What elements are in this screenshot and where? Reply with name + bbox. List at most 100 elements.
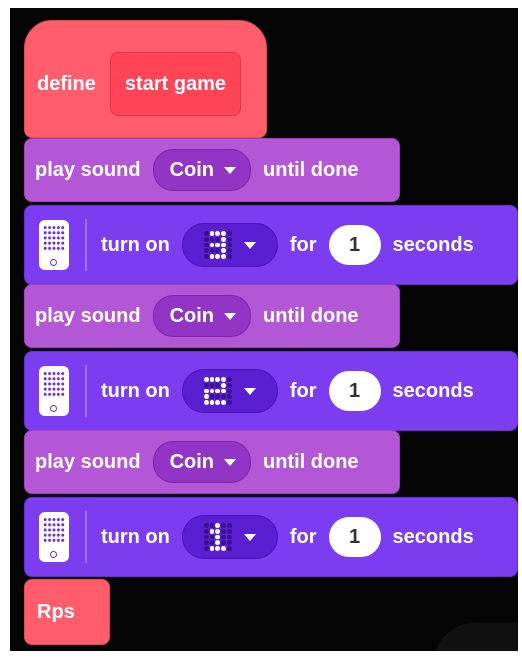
light-matrix-block[interactable]: turn on for 1 seconds [24, 205, 518, 285]
matrix-pixel [203, 388, 209, 394]
matrix-picker[interactable] [181, 369, 278, 413]
matrix-pixel [221, 388, 227, 394]
matrix-pixel [209, 242, 215, 248]
block-separator [85, 365, 87, 417]
matrix-pixel [209, 400, 215, 405]
matrix-pixel [227, 546, 232, 551]
matrix-pixel [215, 534, 221, 540]
matrix-pixel [215, 231, 221, 236]
seconds-label: seconds [392, 525, 474, 548]
for-label: for [289, 233, 317, 256]
matrix-pixel [209, 540, 215, 546]
matrix-pixel [203, 377, 209, 382]
matrix-pixel [227, 248, 232, 254]
matrix-pixel [209, 231, 215, 236]
caret-down-icon [224, 458, 237, 466]
matrix-pixel [227, 388, 232, 394]
matrix-pixel [221, 534, 227, 540]
rps-block[interactable]: Rps [24, 579, 110, 645]
matrix-pixel [215, 254, 221, 259]
matrix-pixel [227, 528, 232, 534]
matrix-pixel [221, 382, 227, 388]
matrix-pattern-icon [203, 231, 232, 259]
matrix-pixel [203, 248, 209, 254]
matrix-picker[interactable] [181, 515, 278, 559]
matrix-pixel [215, 388, 221, 394]
matrix-pixel [215, 248, 221, 254]
define-keyword: define [37, 72, 96, 95]
matrix-pixel [221, 248, 227, 254]
caret-down-icon [224, 166, 237, 174]
sound-dropdown[interactable]: Coin [152, 149, 252, 191]
matrix-pixel [209, 523, 215, 528]
play-sound-label: play sound [35, 450, 141, 473]
matrix-pixel [227, 400, 232, 405]
matrix-pixel [227, 242, 232, 248]
hub-icon [39, 512, 69, 562]
play-sound-block[interactable]: play sound Coin until done [24, 430, 400, 494]
duration-input[interactable]: 1 [328, 225, 381, 265]
matrix-pixel [221, 236, 227, 242]
matrix-pixel [209, 254, 215, 259]
hub-icon [39, 366, 69, 416]
matrix-pixel [209, 528, 215, 534]
sound-dropdown-value: Coin [169, 158, 215, 181]
until-done-label: until done [263, 304, 359, 327]
turn-on-label: turn on [101, 233, 170, 256]
until-done-label: until done [263, 450, 359, 473]
matrix-pixel [227, 534, 232, 540]
matrix-pixel [209, 546, 215, 551]
define-name[interactable]: start game [109, 52, 242, 116]
matrix-pixel [221, 394, 227, 400]
matrix-pixel [203, 382, 209, 388]
caret-down-icon [243, 387, 256, 395]
rps-label: Rps [37, 600, 75, 623]
until-done-label: until done [263, 158, 359, 181]
matrix-pixel [203, 546, 209, 551]
canvas-corner-panel [434, 623, 518, 651]
matrix-pixel [215, 546, 221, 551]
matrix-pixel [227, 523, 232, 528]
matrix-pixel [215, 394, 221, 400]
sound-dropdown-value: Coin [169, 450, 215, 473]
matrix-pixel [203, 236, 209, 242]
matrix-picker[interactable] [181, 223, 278, 267]
matrix-pixel [203, 528, 209, 534]
duration-input[interactable]: 1 [328, 371, 381, 411]
matrix-pixel [215, 236, 221, 242]
play-sound-label: play sound [35, 304, 141, 327]
matrix-pixel [203, 394, 209, 400]
matrix-pixel [203, 523, 209, 528]
for-label: for [289, 525, 317, 548]
matrix-pixel [227, 382, 232, 388]
matrix-pixel [221, 400, 227, 405]
matrix-pixel [203, 231, 209, 236]
block-separator [85, 219, 87, 271]
duration-input[interactable]: 1 [328, 517, 381, 557]
matrix-pixel [227, 231, 232, 236]
play-sound-block[interactable]: play sound Coin until done [24, 284, 400, 348]
matrix-pixel [209, 394, 215, 400]
matrix-pattern-icon [203, 523, 232, 551]
matrix-pixel [221, 242, 227, 248]
matrix-pixel [221, 254, 227, 259]
matrix-pixel [215, 242, 221, 248]
sound-dropdown-value: Coin [169, 304, 215, 327]
matrix-pixel [227, 394, 232, 400]
turn-on-label: turn on [101, 525, 170, 548]
define-block[interactable]: define start game [24, 20, 267, 138]
seconds-label: seconds [392, 233, 474, 256]
matrix-pixel [203, 242, 209, 248]
light-matrix-block[interactable]: turn on for 1 seconds [24, 497, 518, 577]
matrix-pixel [215, 382, 221, 388]
matrix-pixel [227, 540, 232, 546]
matrix-pixel [227, 254, 232, 259]
matrix-pixel [209, 382, 215, 388]
sound-dropdown[interactable]: Coin [152, 441, 252, 483]
matrix-pixel [215, 400, 221, 405]
play-sound-block[interactable]: play sound Coin until done [24, 138, 400, 202]
light-matrix-block[interactable]: turn on for 1 seconds [24, 351, 518, 431]
caret-down-icon [243, 533, 256, 541]
sound-dropdown[interactable]: Coin [152, 295, 252, 337]
code-canvas: define start game play sound Coin until … [10, 8, 518, 651]
